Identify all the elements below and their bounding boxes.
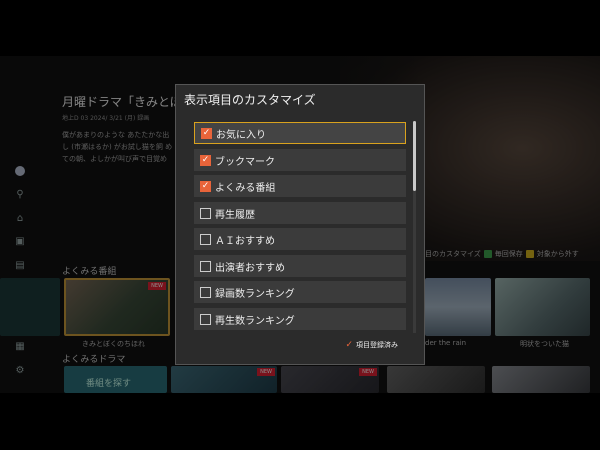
dialog-title: 表示項目のカスタマイズ: [184, 93, 316, 107]
checkbox-icon[interactable]: ✓: [201, 127, 212, 139]
checkbox-icon[interactable]: [200, 286, 211, 298]
list-item[interactable]: 再生数ランキング: [194, 308, 406, 330]
item-label: 再生履歴: [215, 209, 255, 221]
item-label: 出演者おすすめ: [215, 262, 285, 274]
scrollbar[interactable]: [413, 121, 416, 333]
list-item[interactable]: 出演者おすすめ: [194, 255, 406, 277]
checkbox-icon[interactable]: [200, 260, 211, 272]
dialog-footer: ✓ 項目登録済み: [345, 340, 398, 350]
footer-label: 項目登録済み: [356, 341, 398, 349]
list-item[interactable]: 再生履歴: [194, 202, 406, 224]
item-label: 録画数ランキング: [215, 288, 295, 300]
letterbox-bottom: [0, 393, 600, 450]
item-label: よくみる番組: [215, 182, 276, 194]
item-list: ✓ お気に入り ✓ ブックマーク ✓ よくみる番組 再生履歴 ＡＩおすすめ 出演…: [194, 122, 408, 334]
item-label: お気に入り: [216, 129, 266, 141]
checkbox-icon[interactable]: [200, 207, 211, 219]
checkbox-icon[interactable]: [200, 233, 211, 245]
letterbox-top: [0, 0, 600, 56]
scrollbar-thumb[interactable]: [413, 121, 416, 191]
list-item[interactable]: ✓ お気に入り: [194, 122, 406, 144]
list-item[interactable]: ✓ よくみる番組: [194, 175, 406, 197]
list-item[interactable]: ✓ ブックマーク: [194, 149, 406, 171]
item-label: ブックマーク: [215, 156, 275, 168]
item-label: ＡＩおすすめ: [215, 235, 275, 247]
list-item[interactable]: ＡＩおすすめ: [194, 228, 406, 250]
checkbox-icon[interactable]: [200, 313, 211, 325]
item-label: 再生数ランキング: [215, 315, 295, 327]
checkbox-icon[interactable]: ✓: [200, 180, 211, 192]
checkmark-icon: ✓: [345, 340, 353, 350]
list-item[interactable]: 録画数ランキング: [194, 281, 406, 303]
customize-dialog: 表示項目のカスタマイズ ✓ お気に入り ✓ ブックマーク ✓ よくみる番組 再生…: [175, 84, 425, 365]
checkbox-icon[interactable]: ✓: [200, 154, 211, 166]
